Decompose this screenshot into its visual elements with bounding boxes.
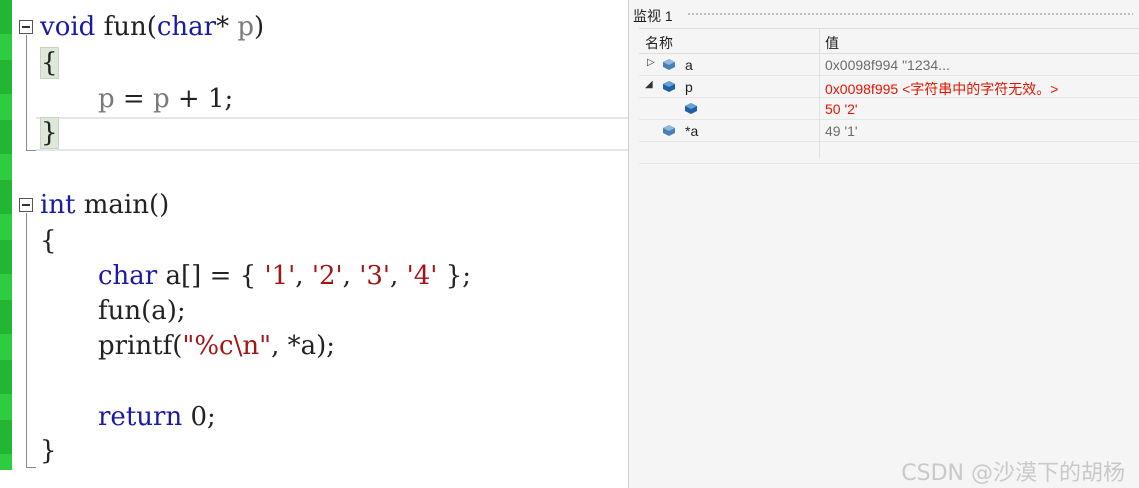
watch-row-a[interactable]: ▷ a 0x0098f994 "1234... [639,54,1139,76]
outline-line [26,35,27,150]
outline-line [26,213,27,468]
outline-end [26,467,36,468]
collapse-main-icon[interactable] [19,198,33,212]
watch-value: 0x0098f994 "1234... [825,57,950,73]
column-header-name[interactable]: 名称 [645,33,673,53]
watch-value: 0x0098f995 <字符串中的字符无效。> [825,81,1059,97]
code-line-7: { [40,226,57,256]
code-line-9: fun(a); [98,296,186,326]
watch-window[interactable]: 监视 1 名称 值 ▷ a 0x0098f994 "1234... ◢ p 0x… [628,0,1139,488]
watch-row-p[interactable]: ◢ p 0x0098f995 <字符串中的字符无效。> [639,76,1139,98]
watch-value: 49 '1' [825,123,858,139]
watch-header-row: 名称 值 [639,28,1139,54]
code-line-1: void fun(char* p) [40,12,265,42]
column-divider[interactable] [819,28,820,158]
outline-end [26,150,36,151]
watermark: CSDN @沙漠下的胡杨 [901,461,1125,486]
change-tracking-margin [0,0,12,470]
watch-window-title: 监视 1 [633,8,673,24]
collapse-icon[interactable]: ◢ [645,79,653,90]
code-line-4: } [40,117,59,149]
expand-icon[interactable]: ▷ [647,57,655,68]
variable-icon [685,103,697,114]
code-line-2: { [40,47,59,79]
watch-row-star-a[interactable]: *a 49 '1' [639,120,1139,142]
code-line-3: p = p + 1; [98,84,234,114]
watch-name: p [685,79,693,95]
column-header-value[interactable]: 值 [825,33,839,53]
code-line-6: int main() [40,190,170,220]
current-line-highlight [36,117,628,151]
code-line-12: return 0; [98,402,216,432]
title-grip[interactable] [687,12,1133,17]
code-line-10: printf("%c\n", *a); [98,331,335,361]
watch-row-empty[interactable] [639,142,1139,164]
variable-icon [663,81,675,92]
variable-icon [663,59,675,70]
code-line-8: char a[] = { '1', '2', '3', '4' }; [98,261,471,291]
code-editor[interactable]: void fun(char* p) { p = p + 1; } int mai… [0,0,628,488]
watch-name: *a [685,123,699,139]
variable-icon [663,125,675,136]
code-line-13: } [40,436,57,466]
watch-value: 50 '2' [825,101,858,117]
collapse-fun-icon[interactable] [19,20,33,34]
watch-row-p-deref[interactable]: 50 '2' [639,98,1139,120]
watch-name: a [685,57,693,73]
watch-table[interactable]: 名称 值 ▷ a 0x0098f994 "1234... ◢ p 0x0098f… [639,28,1139,164]
